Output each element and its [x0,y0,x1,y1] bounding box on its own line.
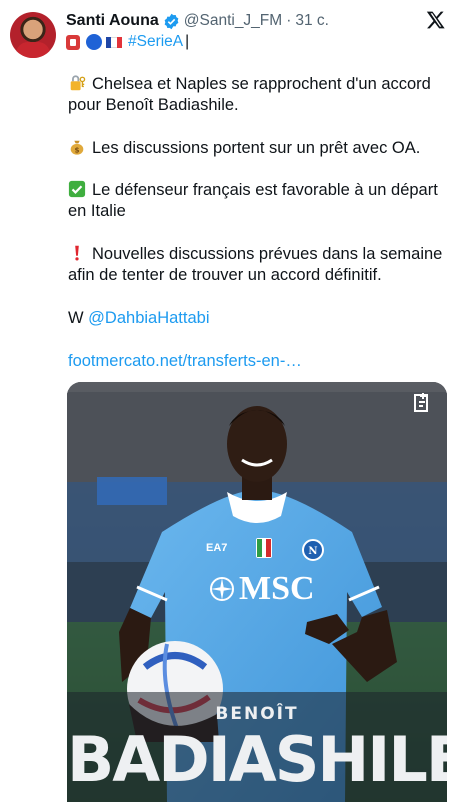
sponsor-text: MSC [239,570,315,607]
tweet-paragraph-5: W @DahbiaHattabi [68,308,210,329]
article-link[interactable]: footmercato.net/transferts-en-… [68,352,302,370]
tweet-media-image[interactable]: N EA7 MSC BENOÎT BADIASHILE [67,382,447,802]
lock-key-emoji [70,75,86,91]
tweet-header: Santi Aouna @Santi_J_FM · 31 c. [66,10,444,32]
tweet-paragraph-3: Le défenseur français est favorable à un… [68,180,446,222]
tweet-paragraph-4: Nouvelles discussions prévues dans la se… [68,244,446,286]
author-handle[interactable]: @Santi_J_FM [184,12,282,30]
text-cursor: | [185,33,190,50]
exclamation-emoji [75,245,79,261]
blue-circle-emoji [86,34,102,50]
kit-brand-label: EA7 [206,542,228,554]
author-avatar[interactable] [10,12,56,58]
svg-text:N: N [308,546,317,557]
compass-rose-icon [210,577,234,601]
tweet-time[interactable]: 31 c. [295,12,329,30]
france-flag-icon [106,36,122,48]
tweet-paragraph-1: Chelsea et Naples se rapprochent d'un ac… [68,74,446,116]
tweet-paragraph-4-text: Nouvelles discussions prévues dans la se… [68,245,443,284]
tweet-paragraph-1-text: Chelsea et Naples se rapprochent d'un ac… [68,75,431,114]
credit-prefix: W [68,309,84,327]
money-bag-emoji: $ [70,140,84,155]
separator-dot: · [286,12,292,29]
tweet-paragraph-3-text: Le défenseur français est favorable à un… [68,181,438,220]
mention-link[interactable]: @DahbiaHattabi [88,309,209,327]
author-bio-line: #SerieA | [66,33,189,51]
verified-badge-icon [164,13,179,29]
x-logo-icon[interactable] [426,10,446,30]
sponsor-logo: MSC [209,570,315,608]
tweet-paragraph-2-text: Les discussions portent sur un prêt avec… [92,139,421,157]
check-mark-emoji [68,180,86,198]
tweet-paragraph-6: footmercato.net/transferts-en-… [68,351,302,372]
tweet-paragraph-2: $ Les discussions portent sur un prêt av… [68,138,420,159]
serie-a-hashtag[interactable]: #SerieA [128,33,183,51]
fire-extinguisher-emoji [66,34,80,50]
media-tag-icon[interactable] [413,392,433,414]
player-last-name: BADIASHILE [67,723,447,796]
author-name[interactable]: Santi Aouna [66,12,159,30]
svg-text:$: $ [74,145,79,154]
